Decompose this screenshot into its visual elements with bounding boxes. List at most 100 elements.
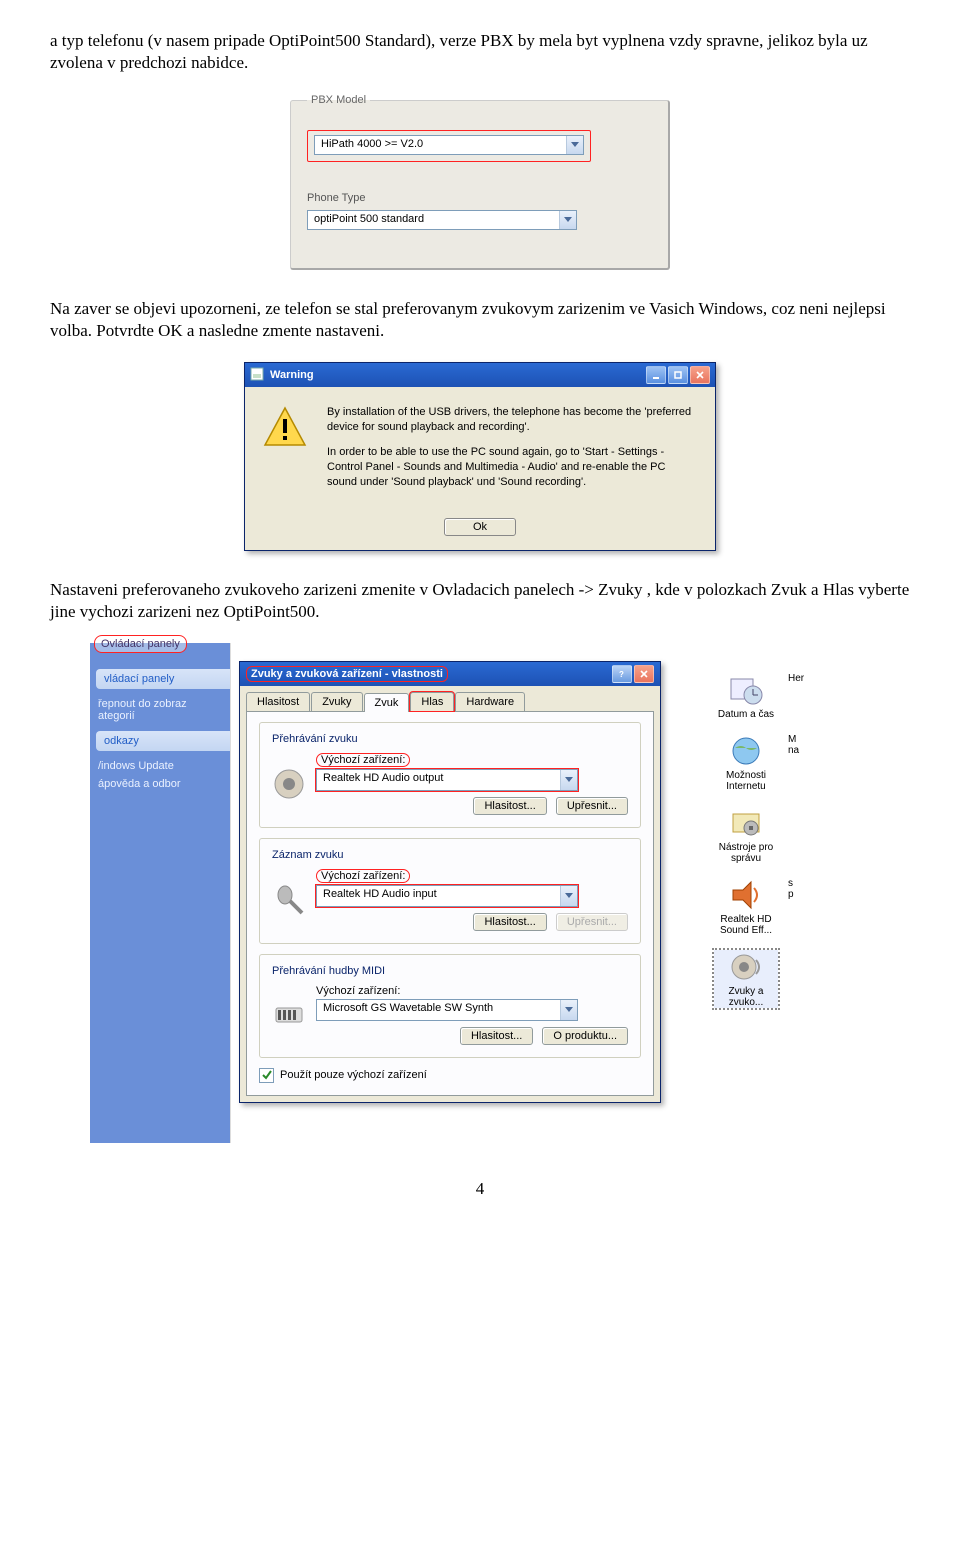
control-panel-center: Zvuky a zvuková zařízení - vlastnosti ? … — [231, 643, 708, 1143]
installer-icon — [250, 367, 264, 384]
doc-paragraph-2: Na zaver se objevi upozorneni, ze telefo… — [50, 298, 910, 342]
screenshot-pbx-model: PBX Model HiPath 4000 >= V2.0 Phone Type… — [290, 94, 670, 270]
properties-title-redcircle: Zvuky a zvuková zařízení - vlastnosti — [246, 666, 448, 682]
pbx-model-dropdown[interactable]: HiPath 4000 >= V2.0 — [314, 135, 584, 155]
tab-hardware[interactable]: Hardware — [455, 692, 525, 711]
chevron-down-icon[interactable] — [560, 1000, 577, 1020]
properties-titlebar: Zvuky a zvuková zařízení - vlastnosti ? — [240, 662, 660, 686]
properties-title: Zvuky a zvuková zařízení - vlastnosti — [246, 668, 606, 680]
chevron-down-icon[interactable] — [560, 770, 577, 790]
midi-device-value: Microsoft GS Wavetable SW Synth — [317, 1000, 560, 1020]
chevron-down-icon[interactable] — [559, 211, 576, 229]
record-advanced-button-disabled: Upřesnit... — [556, 913, 628, 931]
doc-paragraph-3: Nastaveni preferovaneho zvukoveho zarize… — [50, 579, 910, 623]
control-panel-leftnav: vládací panely řepnout do zobraz ategori… — [90, 643, 231, 1143]
realtek-icon — [729, 878, 763, 912]
midi-device-dropdown[interactable]: Microsoft GS Wavetable SW Synth — [316, 999, 578, 1021]
group-record: Záznam zvuku Výchozí zařízení: Realtek H… — [259, 838, 641, 944]
warning-icon — [263, 405, 307, 449]
warning-dialog: Warning By installation of the USB drive… — [244, 362, 716, 550]
cp-item-sounds-selected[interactable]: Zvuky a zvuko... — [714, 950, 778, 1008]
sound-properties-dialog: Zvuky a zvuková zařízení - vlastnosti ? … — [239, 661, 661, 1103]
warning-line2: In order to be able to use the PC sound … — [327, 445, 697, 490]
record-volume-button[interactable]: Hlasitost... — [473, 913, 546, 931]
playback-device-value: Realtek HD Audio output — [317, 770, 560, 790]
cp-item-label: Možnosti Internetu — [714, 770, 778, 792]
leftnav-link[interactable]: /indows Update — [90, 757, 230, 775]
cp-item-label: Zvuky a zvuko... — [714, 986, 778, 1008]
dialog-titlebar: Warning — [245, 363, 715, 387]
record-label-redcircle: Výchozí zařízení: — [316, 869, 410, 883]
tab-hlasitost[interactable]: Hlasitost — [246, 692, 310, 711]
group-title: Přehrávání hudby MIDI — [272, 965, 628, 977]
svg-text:?: ? — [619, 670, 624, 678]
playback-volume-button[interactable]: Hlasitost... — [473, 797, 546, 815]
dialog-title: Warning — [270, 369, 640, 381]
maximize-button[interactable] — [668, 366, 688, 384]
ovladaci-panely-caption-redcircle: Ovládací panely — [94, 635, 187, 653]
record-device-dropdown[interactable]: Realtek HD Audio input — [316, 885, 578, 907]
playback-advanced-button[interactable]: Upřesnit... — [556, 797, 628, 815]
group-title: Záznam zvuku — [272, 849, 628, 861]
help-button[interactable]: ? — [612, 665, 632, 683]
checkbox-checked-icon[interactable] — [259, 1068, 274, 1083]
screenshot-control-panel: Ovládací panely vládací panely řepnout d… — [90, 643, 870, 1143]
chevron-down-icon[interactable] — [566, 136, 583, 154]
pbx-model-value: HiPath 4000 >= V2.0 — [315, 136, 566, 154]
cp-item-label: Realtek HD Sound Eff... — [714, 914, 778, 936]
cp-item-admin-tools[interactable]: Nástroje pro správu — [714, 806, 778, 864]
close-button[interactable] — [690, 366, 710, 384]
midi-icon — [272, 998, 306, 1032]
group-midi: Přehrávání hudby MIDI Výchozí zařízení: … — [259, 954, 641, 1058]
cp-item-datetime[interactable]: Datum a čas — [714, 673, 778, 720]
datetime-icon — [729, 673, 763, 707]
bleed-text: M na — [788, 734, 799, 792]
speaker-icon — [272, 767, 306, 801]
tab-zvuk[interactable]: Zvuk — [364, 693, 410, 712]
warning-text: By installation of the USB drivers, the … — [327, 405, 697, 499]
playback-device-dropdown[interactable]: Realtek HD Audio output — [316, 769, 578, 791]
microphone-icon — [272, 883, 306, 917]
use-default-only-checkbox-row[interactable]: Použít pouze výchozí zařízení — [259, 1068, 641, 1083]
page-number: 4 — [50, 1179, 910, 1199]
leftnav-switchview[interactable]: řepnout do zobraz ategorií — [90, 695, 230, 725]
midi-about-button[interactable]: O produktu... — [542, 1027, 628, 1045]
phone-type-dropdown[interactable]: optiPoint 500 standard — [307, 210, 577, 230]
phone-type-value: optiPoint 500 standard — [308, 211, 559, 229]
close-button[interactable] — [634, 665, 654, 683]
midi-volume-button[interactable]: Hlasitost... — [460, 1027, 533, 1045]
admin-tools-icon — [729, 806, 763, 840]
playback-label-redcircle: Výchozí zařízení: — [316, 753, 410, 767]
bleed-text: s p — [788, 878, 794, 936]
cp-item-label: Nástroje pro správu — [714, 842, 778, 864]
cp-item-label: Datum a čas — [714, 709, 778, 720]
midi-label: Výchozí zařízení: — [316, 985, 628, 997]
bleed-text: Her — [788, 673, 804, 720]
group-playback: Přehrávání zvuku Výchozí zařízení: Realt… — [259, 722, 641, 828]
phone-type-label: Phone Type — [307, 192, 652, 204]
tabbar: Hlasitost Zvuky Zvuk Hlas Hardware — [240, 686, 660, 711]
group-title: Přehrávání zvuku — [272, 733, 628, 745]
sounds-icon — [729, 950, 763, 984]
cp-item-internet-options[interactable]: Možnosti Internetu — [714, 734, 778, 792]
internet-options-icon — [729, 734, 763, 768]
chevron-down-icon[interactable] — [560, 886, 577, 906]
doc-paragraph-1: a typ telefonu (v nasem pripade OptiPoin… — [50, 30, 910, 74]
record-device-value: Realtek HD Audio input — [317, 886, 560, 906]
use-default-only-label: Použít pouze výchozí zařízení — [280, 1069, 427, 1081]
leftnav-link[interactable]: ápověda a odbor — [90, 775, 230, 793]
warning-line1: By installation of the USB drivers, the … — [327, 405, 697, 435]
cp-item-realtek[interactable]: Realtek HD Sound Eff... — [714, 878, 778, 936]
phone-type-field: Phone Type optiPoint 500 standard — [307, 192, 652, 230]
minimize-button[interactable] — [646, 366, 666, 384]
tab-zvuky[interactable]: Zvuky — [311, 692, 362, 711]
pbx-model-redbox: HiPath 4000 >= V2.0 — [307, 130, 591, 162]
pbx-fieldset: PBX Model HiPath 4000 >= V2.0 Phone Type… — [290, 94, 670, 270]
tab-hlas-redcircle[interactable]: Hlas — [410, 692, 454, 711]
pbx-legend: PBX Model — [307, 94, 370, 106]
ok-button[interactable]: Ok — [444, 518, 516, 536]
leftnav-links-header: odkazy — [96, 731, 230, 751]
leftnav-header: vládací panely — [96, 669, 230, 689]
control-panel-iconarea: Datum a čas Her Možnosti Internetu M na … — [708, 643, 870, 1143]
tab-content-zvuk: Přehrávání zvuku Výchozí zařízení: Realt… — [246, 711, 654, 1096]
